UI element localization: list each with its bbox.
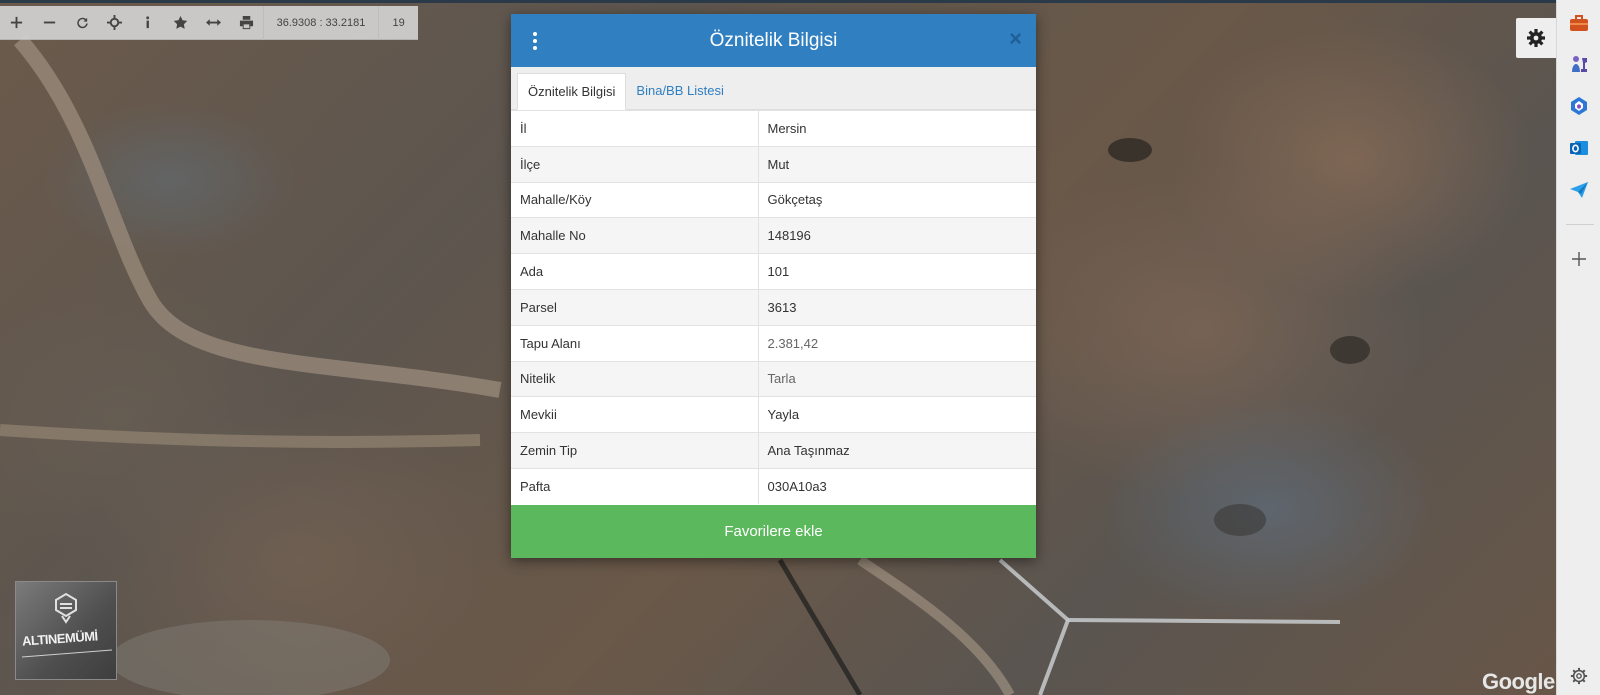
attribute-info-dialog: Öznitelik Bilgisi × Öznitelik Bilgisi Bi… xyxy=(511,14,1036,558)
attribute-key: Nitelik xyxy=(511,360,759,397)
attribute-value: 2.381,42 xyxy=(758,324,1036,362)
google-attribution: Google xyxy=(1482,669,1555,694)
attribute-key: Zemin Tip xyxy=(511,432,759,469)
attribute-key: Mevkii xyxy=(511,396,759,433)
window-top-bar xyxy=(0,0,1556,3)
table-row: Ada 101 xyxy=(511,253,1036,290)
table-row: Parsel 3613 xyxy=(511,288,1036,326)
chess-icon[interactable] xyxy=(1568,53,1590,75)
locate-button[interactable] xyxy=(99,6,132,40)
table-row: Mahalle No 148196 xyxy=(511,217,1036,254)
attribute-value: 148196 xyxy=(758,217,1036,254)
attribute-value: 3613 xyxy=(758,288,1036,326)
add-to-favorites-button[interactable]: Favorilere ekle xyxy=(511,505,1036,558)
attribute-value: Tarla xyxy=(758,360,1036,397)
zoom-in-button[interactable] xyxy=(0,6,33,40)
attribute-value: 030A10a3 xyxy=(758,467,1036,505)
attribute-key: İlçe xyxy=(511,145,759,183)
attribute-key: Pafta xyxy=(511,467,759,505)
refresh-button[interactable] xyxy=(66,6,99,40)
zoom-out-button[interactable] xyxy=(33,6,66,40)
company-logo: ALTINEMÜMİ xyxy=(15,581,117,680)
attribute-table: İl Mersin İlçe Mut Mahalle/Köy Gökçetaş Mah… xyxy=(511,110,1036,505)
info-button[interactable] xyxy=(131,6,164,40)
table-row: Mevkii Yayla xyxy=(511,396,1036,433)
table-row: Nitelik Tarla xyxy=(511,360,1036,397)
table-row: İl Mersin xyxy=(511,110,1036,147)
attribute-value: 101 xyxy=(758,253,1036,290)
crosshair-icon xyxy=(107,15,123,30)
plus-icon xyxy=(10,16,23,29)
zoom-level-readout: 19 xyxy=(378,5,418,40)
refresh-icon xyxy=(76,17,88,29)
attribute-key: İl xyxy=(511,110,759,147)
dialog-header: Öznitelik Bilgisi × xyxy=(511,14,1036,67)
map-toolbar: 36.9308 : 33.2181 19 xyxy=(0,5,418,40)
plus-icon[interactable] xyxy=(1568,248,1590,270)
measure-button[interactable] xyxy=(197,6,230,40)
map-settings-button[interactable] xyxy=(1516,18,1556,58)
outlook-icon[interactable] xyxy=(1568,137,1590,159)
info-icon xyxy=(146,16,150,29)
close-icon[interactable]: × xyxy=(1009,26,1022,52)
dialog-title: Öznitelik Bilgisi xyxy=(709,29,838,51)
send-icon[interactable] xyxy=(1568,179,1590,201)
attribute-key: Parsel xyxy=(511,288,759,326)
table-row: Tapu Alanı 2.381,42 xyxy=(511,324,1036,362)
attribute-value: Mersin xyxy=(758,110,1036,147)
star-icon xyxy=(173,15,188,29)
print-icon xyxy=(239,15,253,30)
attribute-value: Yayla xyxy=(758,396,1036,433)
table-row: Mahalle/Köy Gökçetaş xyxy=(511,181,1036,218)
minus-icon xyxy=(43,21,55,24)
settings-icon[interactable] xyxy=(1568,665,1590,687)
table-row: Zemin Tip Ana Taşınmaz xyxy=(511,432,1036,469)
table-row: İlçe Mut xyxy=(511,145,1036,183)
coordinate-readout: 36.9308 : 33.2181 xyxy=(262,5,378,40)
attribute-key: Mahalle/Köy xyxy=(511,181,759,218)
gear-icon xyxy=(1527,29,1545,47)
briefcase-icon[interactable] xyxy=(1568,12,1590,34)
arrows-horizontal-icon xyxy=(205,19,221,26)
sidebar-divider xyxy=(1566,224,1594,225)
tab-building-list[interactable]: Bina/BB Listesi xyxy=(626,72,733,109)
favorites-button[interactable] xyxy=(164,6,197,40)
print-button[interactable] xyxy=(230,6,263,40)
vertical-dots-menu-icon[interactable] xyxy=(527,30,543,52)
browser-sidebar xyxy=(1556,0,1600,695)
attribute-value: Gökçetaş xyxy=(758,181,1036,218)
tab-attribute-info[interactable]: Öznitelik Bilgisi xyxy=(517,73,627,110)
attribute-value: Ana Taşınmaz xyxy=(758,432,1036,469)
attribute-key: Mahalle No xyxy=(511,217,759,254)
attribute-key: Tapu Alanı xyxy=(511,324,759,362)
table-row: Pafta 030A10a3 xyxy=(511,467,1036,505)
copilot-icon[interactable] xyxy=(1568,95,1590,117)
attribute-value: Mut xyxy=(758,145,1036,183)
dialog-tabs: Öznitelik Bilgisi Bina/BB Listesi xyxy=(511,67,1036,110)
attribute-key: Ada xyxy=(511,253,759,290)
